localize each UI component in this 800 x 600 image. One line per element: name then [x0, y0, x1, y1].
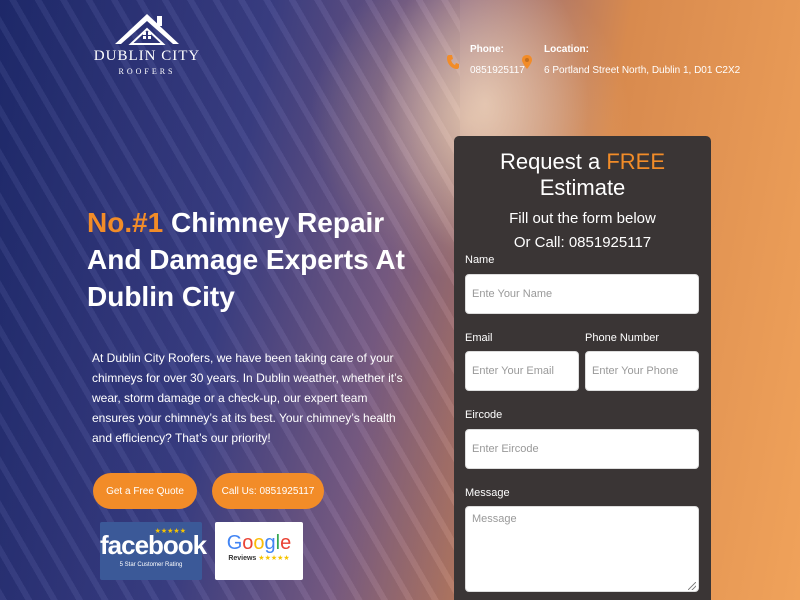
eircode-field[interactable]	[465, 429, 699, 469]
form-title-pre: Request a	[499, 149, 607, 174]
phone-number-label: Phone Number	[585, 332, 659, 344]
headline-accent: No.#1	[87, 207, 164, 238]
estimate-form-panel: Request a FREE Estimate Fill out the for…	[454, 136, 711, 600]
phone-icon	[447, 55, 459, 69]
google-logo-text: Google	[215, 532, 303, 554]
email-field[interactable]	[465, 351, 579, 391]
google-letter: o	[253, 532, 265, 554]
logo-tagline: ROOFERS	[118, 67, 176, 76]
google-letter: g	[264, 532, 276, 554]
facebook-rating-badge[interactable]: ★★★★★ facebook 5 Star Customer Rating	[100, 522, 207, 580]
contact-phone[interactable]: Phone: 0851925117	[446, 44, 525, 76]
location-pin-icon	[522, 55, 532, 69]
site-logo[interactable]: DUBLIN CITY ROOFERS	[92, 10, 202, 76]
form-title-free: FREE	[606, 149, 666, 174]
form-title-post: Estimate	[539, 175, 626, 200]
house-logo-icon	[115, 14, 179, 45]
google-letter: o	[242, 532, 254, 554]
contact-location[interactable]: Location: 6 Portland Street North, Dubli…	[520, 44, 740, 76]
google-stars: ★★★★★	[258, 555, 290, 562]
form-title: Request a FREE Estimate	[465, 149, 700, 201]
form-subtitle-line2: Or Call: 0851925117	[513, 234, 652, 251]
google-letter: G	[226, 532, 243, 554]
name-label: Name	[465, 254, 495, 266]
hero-headline: No.#1 Chimney Repair And Damage Experts …	[87, 204, 417, 315]
phone-value[interactable]: 0851925117	[470, 65, 525, 76]
google-reviews-label: Reviews	[228, 555, 257, 562]
eircode-label: Eircode	[465, 409, 503, 421]
facebook-rating-text: 5 Star Customer Rating	[119, 562, 183, 568]
call-us-button[interactable]: Call Us: 0851925117	[212, 473, 324, 509]
name-field[interactable]	[465, 274, 699, 314]
phone-field[interactable]	[585, 351, 699, 391]
hero-description: At Dublin City Roofers, we have been tak…	[92, 351, 403, 445]
location-label: Location:	[544, 44, 589, 55]
facebook-logo-text: facebook	[100, 530, 207, 560]
email-label: Email	[465, 332, 493, 344]
message-field[interactable]	[465, 506, 699, 592]
location-value: 6 Portland Street North, Dublin 1, D01 C…	[544, 65, 741, 76]
get-free-quote-button[interactable]: Get a Free Quote	[93, 473, 197, 509]
google-reviews-badge[interactable]: Google Reviews ★★★★★	[215, 522, 303, 580]
logo-name: DUBLIN CITY	[93, 48, 201, 64]
textarea-resize-handle[interactable]	[688, 582, 696, 590]
message-label: Message	[465, 487, 510, 499]
phone-label: Phone:	[470, 44, 504, 55]
form-subtitle: Fill out the form below Or Call: 0851925…	[465, 207, 700, 255]
google-reviews-text: Reviews ★★★★★	[215, 554, 303, 562]
google-letter: e	[280, 532, 292, 554]
form-subtitle-line1: Fill out the form below	[509, 210, 656, 227]
facebook-stars: ★★★★★	[154, 528, 186, 535]
